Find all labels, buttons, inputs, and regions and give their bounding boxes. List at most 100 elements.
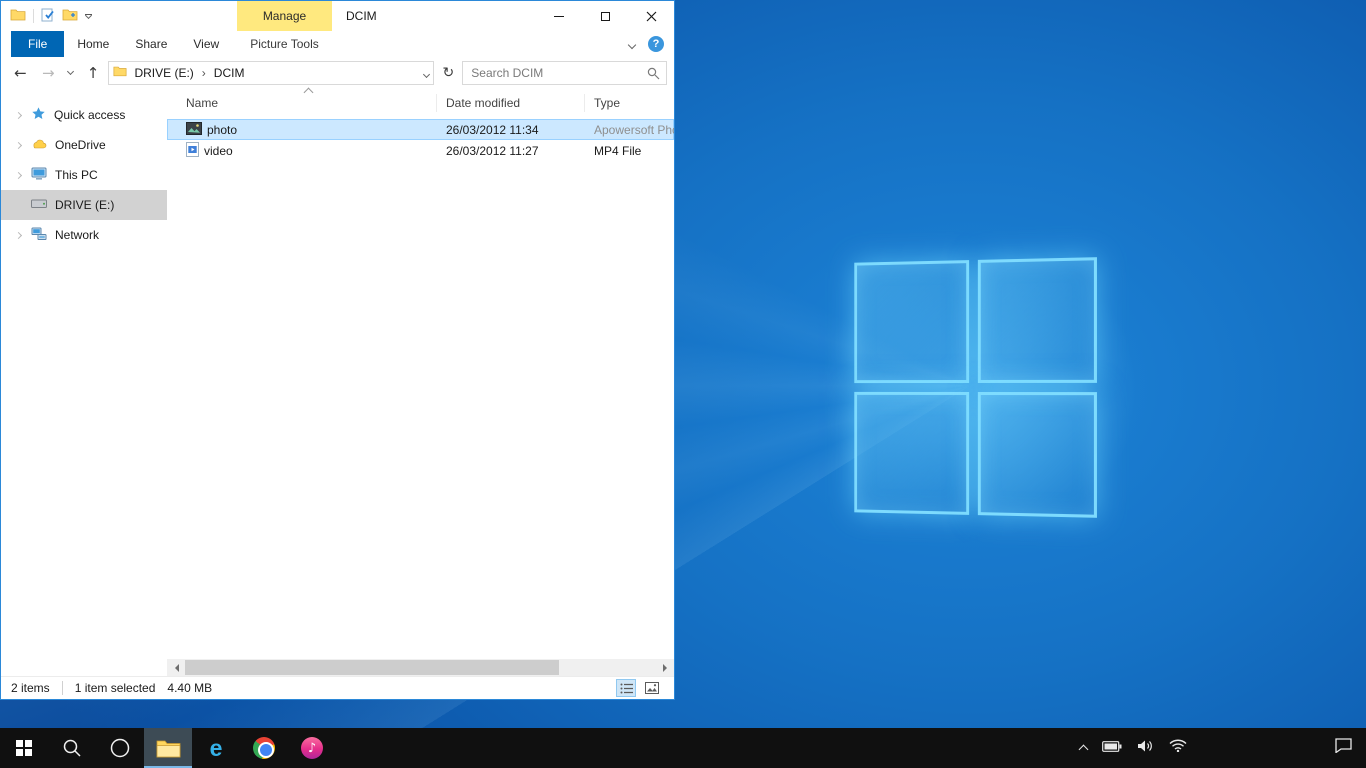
refresh-button[interactable]: ↻ (437, 61, 459, 85)
drive-icon (31, 198, 47, 212)
scroll-left-button[interactable] (167, 659, 184, 676)
sidebar-item-label: Quick access (52, 108, 125, 122)
chrome-icon (253, 737, 275, 759)
item-count: 2 items (11, 681, 50, 695)
network-wifi-icon[interactable] (1169, 739, 1187, 757)
taskbar-itunes-button[interactable]: ♪ (288, 728, 336, 768)
folder-icon[interactable] (10, 8, 26, 24)
sidebar-item-label: Network (53, 228, 99, 242)
selection-count: 1 item selected (75, 681, 156, 695)
action-center-icon[interactable] (1335, 738, 1352, 758)
up-button[interactable]: ↑ (81, 61, 106, 85)
expand-chevron-icon[interactable] (11, 173, 25, 178)
contextual-tab-group-manage[interactable]: Manage (237, 1, 332, 31)
cortana-button[interactable] (96, 728, 144, 768)
taskbar-search-button[interactable] (48, 728, 96, 768)
file-row-photo[interactable]: photo 26/03/2012 11:34 Apowersoft Pho (167, 119, 674, 140)
expand-ribbon-chevron-icon[interactable] (629, 37, 635, 51)
address-bar[interactable]: DRIVE (E:) › DCIM (108, 61, 434, 85)
photo-file-icon (186, 122, 202, 138)
expand-chevron-icon[interactable] (11, 113, 25, 118)
toolbar-separator (33, 9, 34, 23)
tab-share[interactable]: Share (122, 31, 180, 57)
file-type: MP4 File (585, 144, 674, 158)
internet-explorer-icon: e (210, 737, 223, 760)
sidebar-item-drive-e[interactable]: DRIVE (E:) (1, 190, 167, 220)
details-view-button[interactable] (616, 679, 636, 697)
forward-button[interactable]: → (36, 61, 61, 85)
column-header-date-modified[interactable]: Date modified (437, 94, 585, 112)
sidebar-item-label: OneDrive (53, 138, 106, 152)
windows-logo-pane (854, 260, 968, 383)
selection-size: 4.40 MB (167, 681, 212, 695)
taskbar-chrome-button[interactable] (240, 728, 288, 768)
battery-icon[interactable] (1102, 739, 1122, 757)
sidebar-item-quick-access[interactable]: Quick access (1, 100, 167, 130)
windows-logo-pane (977, 257, 1097, 383)
horizontal-scrollbar[interactable] (167, 659, 674, 676)
tab-picture-tools[interactable]: Picture Tools (237, 31, 332, 57)
windows-logo (854, 257, 1097, 518)
sidebar-item-this-pc[interactable]: This PC (1, 160, 167, 190)
tab-view[interactable]: View (180, 31, 232, 57)
volume-icon[interactable] (1137, 739, 1154, 758)
address-dropdown-chevron[interactable] (424, 66, 429, 80)
column-headers: Name Date modified Type (167, 90, 674, 116)
search-input[interactable] (463, 62, 666, 84)
taskbar-internet-explorer-button[interactable]: e (192, 728, 240, 768)
close-button[interactable] (628, 1, 674, 31)
file-name: video (204, 144, 233, 158)
file-date-modified: 26/03/2012 11:27 (437, 144, 585, 158)
customize-quick-access-chevron[interactable] (85, 14, 92, 18)
thumbnail-view-button[interactable] (642, 679, 662, 697)
windows-start-icon (16, 740, 32, 756)
expand-chevron-icon[interactable] (11, 143, 25, 148)
scroll-right-icon (663, 664, 671, 672)
file-explorer-window: Manage DCIM File Home Share View Picture… (0, 0, 675, 700)
recent-locations-chevron[interactable] (64, 61, 78, 85)
expand-chevron-icon[interactable] (11, 233, 25, 238)
address-folder-icon (113, 65, 127, 80)
this-pc-icon (31, 167, 47, 184)
breadcrumb-drive[interactable]: DRIVE (E:) (127, 62, 200, 84)
minimize-icon (554, 16, 564, 17)
maximize-button[interactable] (582, 1, 628, 31)
start-button[interactable] (0, 728, 48, 768)
navigation-pane: Quick access OneDrive This PC (1, 88, 167, 676)
taskbar-file-explorer-button[interactable] (144, 728, 192, 768)
maximize-icon (601, 12, 610, 21)
explorer-main: Quick access OneDrive This PC (1, 88, 674, 676)
sidebar-item-label: This PC (53, 168, 98, 182)
window-controls (536, 1, 674, 31)
ribbon-tab-row: File Home Share View Picture Tools ? (1, 31, 674, 57)
search-icon (62, 738, 82, 758)
sidebar-item-network[interactable]: Network (1, 220, 167, 250)
title-bar[interactable]: Manage DCIM (1, 1, 674, 31)
sidebar-item-label: DRIVE (E:) (53, 198, 114, 212)
scrollbar-thumb[interactable] (185, 660, 559, 675)
show-hidden-icons-chevron[interactable] (1079, 745, 1089, 755)
search-icon[interactable] (647, 67, 660, 83)
back-button[interactable]: ← (8, 61, 33, 85)
help-button[interactable]: ? (648, 36, 664, 52)
minimize-button[interactable] (536, 1, 582, 31)
status-divider (62, 681, 63, 695)
scroll-right-button[interactable] (657, 659, 674, 676)
breadcrumb-current-folder[interactable]: DCIM (207, 62, 252, 84)
tab-file[interactable]: File (11, 31, 64, 57)
quick-access-icon (31, 106, 46, 124)
new-folder-icon[interactable] (62, 8, 78, 24)
window-title: DCIM (346, 1, 377, 31)
cortana-icon (109, 737, 131, 759)
close-icon (646, 11, 657, 22)
properties-icon[interactable] (41, 8, 55, 25)
tab-home[interactable]: Home (64, 31, 122, 57)
quick-access-toolbar (1, 8, 92, 25)
file-list-pane: Name Date modified Type photo 26/03/2012… (167, 88, 674, 676)
column-header-type[interactable]: Type (585, 94, 674, 112)
file-row-video[interactable]: video 26/03/2012 11:27 MP4 File (167, 140, 674, 161)
sidebar-item-onedrive[interactable]: OneDrive (1, 130, 167, 160)
column-header-name[interactable]: Name (167, 94, 437, 112)
status-bar: 2 items 1 item selected 4.40 MB (1, 676, 674, 699)
scroll-left-icon (171, 664, 179, 672)
